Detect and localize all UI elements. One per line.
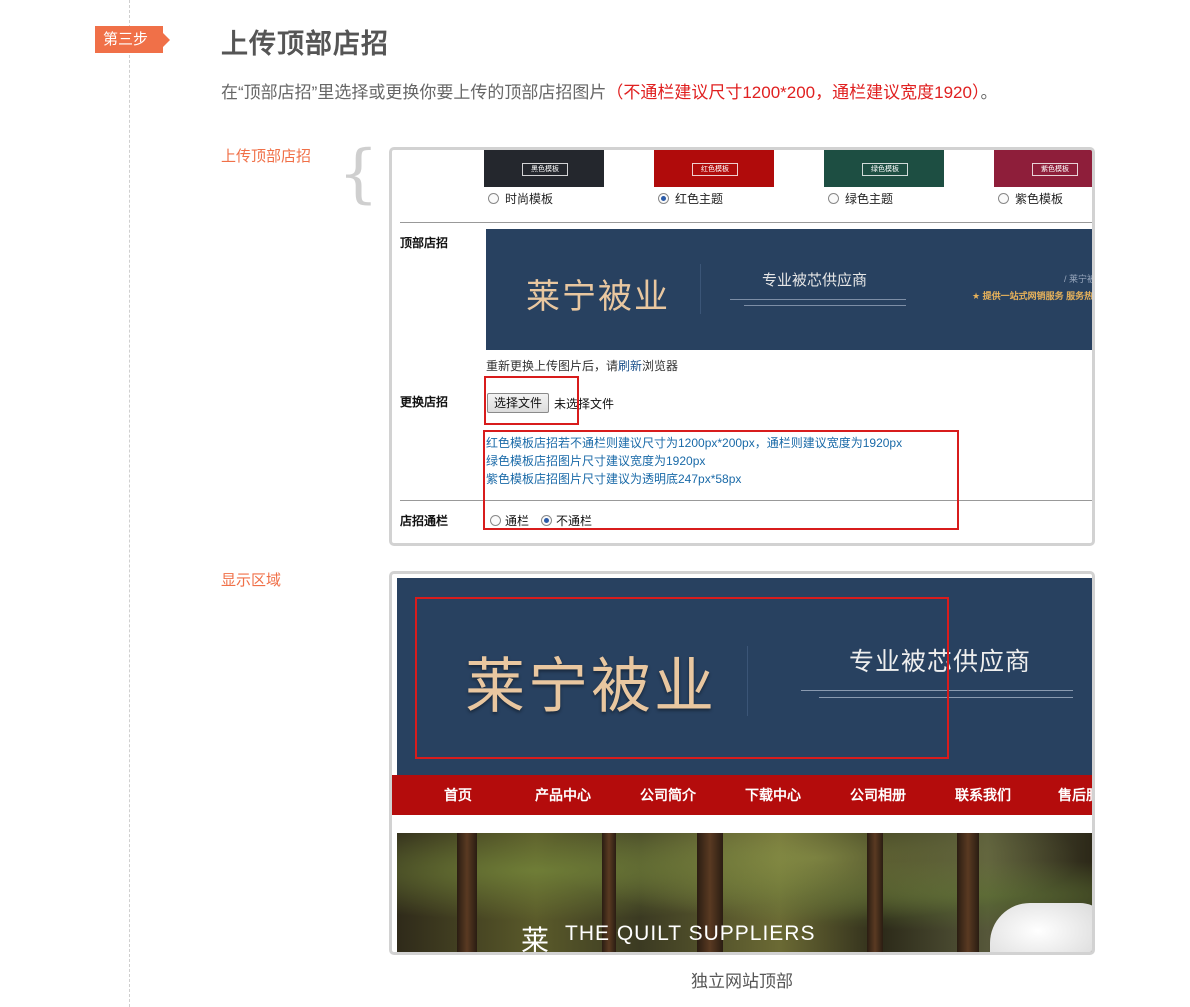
step-description: 在“顶部店招”里选择或更换你要上传的顶部店招图片（不通栏建议尺寸1200*200…	[221, 78, 997, 103]
display-section-label: 显示区域	[221, 572, 282, 589]
site-navbar: 首页 产品中心 公司简介 下载中心 公司相册 联系我们 售后服	[392, 775, 1092, 815]
option-label: 红色主题	[675, 192, 724, 206]
tree-trunk	[957, 833, 979, 952]
thumb-label: 紫色模板	[1032, 163, 1078, 176]
refresh-note-text: 重新更换上传图片后，请	[486, 359, 619, 373]
radio-icon[interactable]	[828, 193, 839, 204]
description-suffix: 。	[980, 83, 998, 102]
template-item-purple[interactable]: 紫色模板 紫色模板	[994, 150, 1092, 206]
nav-item-after-sales[interactable]: 售后服	[1038, 775, 1092, 815]
highlight-box-hints	[483, 430, 959, 530]
hero-forest-image: 莱 THE QUILT SUPPLIERS	[397, 833, 1092, 955]
template-option[interactable]: 绿色主题	[828, 190, 893, 207]
service-text: ★ 提供一站式网销服务 服务热	[972, 291, 1094, 301]
brand-slogan: 专业被芯供应商	[762, 271, 868, 289]
template-thumb[interactable]: 紫色模板	[994, 150, 1092, 187]
template-option[interactable]: 时尚模板	[488, 190, 553, 207]
template-item-fashion[interactable]: 黑色模板 时尚模板	[484, 150, 604, 206]
nav-item-home[interactable]: 首页	[408, 775, 508, 815]
radio-icon[interactable]	[488, 193, 499, 204]
option-label: 时尚模板	[505, 192, 554, 206]
preview-caption: 独立网站顶部	[691, 972, 793, 991]
brand-logo-text: 莱宁被业	[526, 277, 670, 317]
description-text: 在“顶部店招”里选择或更换你要上传的顶部店招图片	[221, 83, 607, 102]
template-item-red[interactable]: 红色模板 红色主题	[654, 150, 774, 206]
nav-item-downloads[interactable]: 下载中心	[723, 775, 823, 815]
step-badge: 第三步	[95, 26, 170, 53]
thumb-label: 黑色模板	[522, 163, 568, 176]
display-preview-panel: 莱宁被业 专业被芯供应商 首页 产品中心 公司简介 下载中心 公司相册 联系我们…	[389, 571, 1095, 955]
thumb-label: 绿色模板	[862, 163, 908, 176]
nav-item-products[interactable]: 产品中心	[513, 775, 613, 815]
top-crumb: / 莱宁被	[1064, 274, 1095, 284]
tree-trunk	[867, 833, 883, 952]
template-thumb[interactable]: 黑色模板	[484, 150, 604, 187]
page-title: 上传顶部店招	[221, 29, 389, 59]
nav-item-about[interactable]: 公司简介	[618, 775, 718, 815]
refresh-note: 重新更换上传图片后，请刷新浏览器	[486, 357, 678, 374]
nav-item-album[interactable]: 公司相册	[828, 775, 928, 815]
option-label: 紫色模板	[1015, 192, 1064, 206]
template-item-green[interactable]: 绿色模板 绿色主题	[824, 150, 944, 206]
refresh-link[interactable]: 刷新	[618, 359, 642, 373]
divider	[400, 222, 1092, 223]
nav-item-contact[interactable]: 联系我们	[933, 775, 1033, 815]
radio-icon[interactable]	[998, 193, 1009, 204]
upload-section-label: 上传顶部店招	[221, 148, 312, 165]
upload-settings-panel: 黑色模板 时尚模板 红色模板 红色主题 绿色模板 绿色主题 紫色模板 紫色模板 …	[389, 147, 1095, 546]
radio-icon[interactable]	[658, 193, 669, 204]
highlight-box-logo	[415, 597, 949, 759]
highlight-box-file-button	[484, 376, 579, 425]
template-option[interactable]: 紫色模板	[998, 190, 1063, 207]
template-thumb[interactable]: 绿色模板	[824, 150, 944, 187]
pillow-image	[990, 903, 1092, 952]
tree-trunk	[457, 833, 477, 952]
full-width-label: 店招通栏	[400, 514, 449, 528]
refresh-note-suffix: 浏览器	[642, 359, 679, 373]
description-highlight: （不通栏建议尺寸1200*200，通栏建议宽度1920）	[606, 83, 981, 102]
template-option[interactable]: 红色主题	[658, 190, 723, 207]
brace-decoration: {	[338, 137, 379, 211]
script-decoration	[730, 294, 906, 312]
change-sign-label: 更换店招	[400, 395, 449, 409]
template-thumb[interactable]: 红色模板	[654, 150, 774, 187]
hero-glyph: 莱	[521, 924, 550, 955]
separator	[700, 264, 701, 314]
thumb-label: 红色模板	[692, 163, 738, 176]
timeline-dashed-line	[129, 0, 130, 1007]
shop-sign-preview-small: 莱宁被业 专业被芯供应商 / 莱宁被 ★ 提供一站式网销服务 服务热	[486, 229, 1095, 350]
option-label: 绿色主题	[845, 192, 894, 206]
hero-tagline: THE QUILT SUPPLIERS	[565, 922, 816, 945]
top-sign-label: 顶部店招	[400, 236, 449, 250]
